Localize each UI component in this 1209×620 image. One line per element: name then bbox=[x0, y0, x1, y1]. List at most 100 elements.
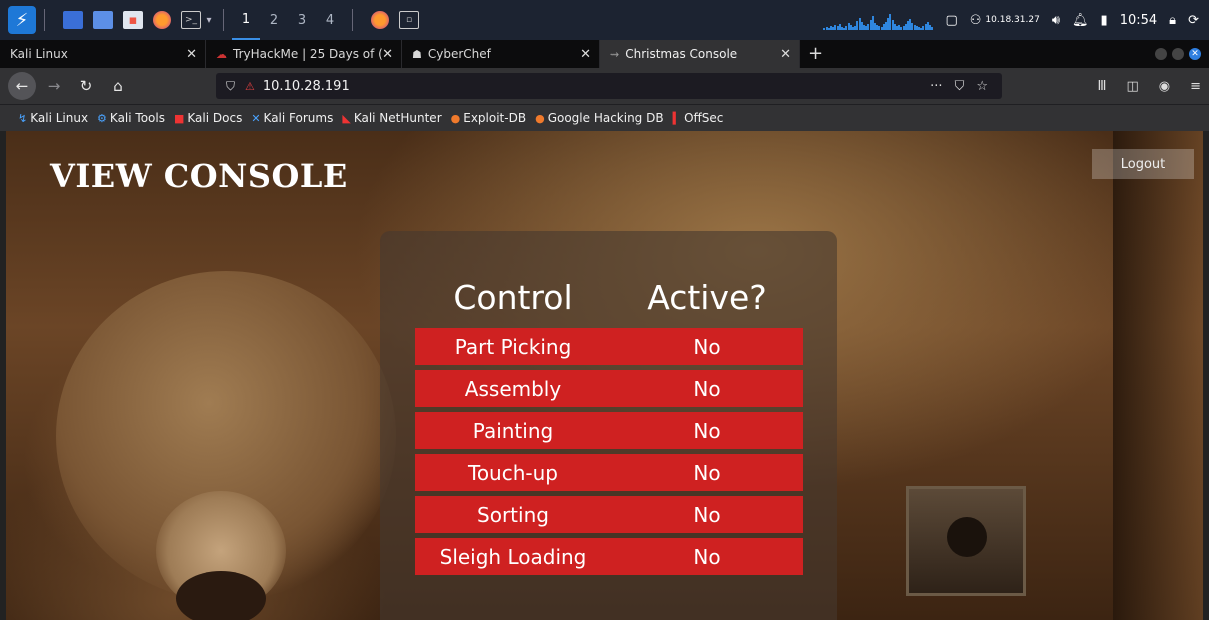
network-graph-bar bbox=[931, 27, 934, 30]
tab-label: CyberChef bbox=[427, 47, 491, 61]
minimize-button[interactable] bbox=[1155, 48, 1167, 60]
tryhackme-icon: ☁ bbox=[216, 47, 227, 61]
bookmark-offsec[interactable]: ▍ OffSec bbox=[673, 111, 724, 125]
control-name: Touch-up bbox=[468, 460, 558, 485]
back-button[interactable]: ← bbox=[8, 72, 36, 100]
tab-label: TryHackMe | 25 Days of ( bbox=[233, 47, 383, 61]
bookmark-kali-linux[interactable]: ↯ Kali Linux bbox=[18, 111, 88, 125]
bookmark-star-icon[interactable]: ☆ bbox=[976, 79, 988, 94]
notification-bell-icon[interactable]: 🔔︎ bbox=[1072, 13, 1089, 28]
workspace-1[interactable]: 1 bbox=[232, 0, 260, 40]
tab-label: Christmas Console bbox=[625, 47, 738, 61]
close-window-button[interactable]: ✕ bbox=[1189, 48, 1201, 60]
control-name: Part Picking bbox=[454, 334, 572, 359]
active-status: No bbox=[693, 460, 721, 485]
chevron-down-icon[interactable]: ▾ bbox=[203, 11, 215, 29]
library-icon[interactable]: Ⅲ bbox=[1097, 79, 1106, 94]
terminal-window-icon[interactable]: ▫ bbox=[399, 11, 419, 29]
window-controls: ✕ bbox=[1155, 48, 1201, 60]
table-row: Sleigh Loading No bbox=[415, 538, 803, 575]
background-edge bbox=[1113, 131, 1203, 620]
ghdb-icon: ● bbox=[535, 111, 545, 125]
bookmark-label: Kali Linux bbox=[30, 111, 89, 125]
bookmark-exploit-db[interactable]: ● Exploit-DB bbox=[451, 111, 526, 125]
lock-screen-icon[interactable]: 🔒︎ bbox=[1169, 13, 1176, 28]
table-row: Part Picking No bbox=[415, 328, 803, 365]
close-icon[interactable]: ✕ bbox=[382, 47, 393, 62]
active-status: No bbox=[693, 544, 721, 569]
tab-label: Kali Linux bbox=[10, 47, 68, 61]
browser-tab-bar: Kali Linux ✕ ☁ TryHackMe | 25 Days of ( … bbox=[0, 40, 1209, 68]
terminal-launcher-icon[interactable]: >_ bbox=[181, 11, 201, 29]
bookmark-kali-forums[interactable]: ✕ Kali Forums bbox=[251, 111, 333, 125]
account-icon[interactable]: ◉ bbox=[1159, 79, 1170, 94]
table-row: Painting No bbox=[415, 412, 803, 449]
page-actions-icon[interactable]: ··· bbox=[930, 79, 942, 94]
bookmark-label: Google Hacking DB bbox=[547, 111, 664, 125]
pocket-icon[interactable]: ⛉ bbox=[955, 79, 965, 94]
browser-nav-bar: ← → ↻ ⌂ ⛉ ⚠ 10.10.28.191 ··· ⛉ ☆ Ⅲ ◫ ◉ ≡ bbox=[0, 68, 1209, 104]
kali-menu-icon[interactable]: ⚡ bbox=[8, 6, 36, 34]
exploit-db-icon: ● bbox=[450, 111, 461, 125]
table-row: Assembly No bbox=[415, 370, 803, 407]
table-row: Touch-up No bbox=[415, 454, 803, 491]
tab-kali-linux[interactable]: Kali Linux ✕ bbox=[0, 40, 206, 68]
vpn-ip-indicator[interactable]: ⚇ 10.18.31.27 bbox=[970, 13, 1040, 28]
bookmark-kali-tools[interactable]: ⚙ Kali Tools bbox=[97, 111, 165, 125]
kali-docs-icon: ■ bbox=[173, 111, 185, 125]
workspace-3[interactable]: 3 bbox=[288, 13, 316, 28]
url-text[interactable]: 10.10.28.191 bbox=[263, 79, 350, 94]
reload-button[interactable]: ↻ bbox=[72, 72, 100, 100]
page-icon: ⇝ bbox=[610, 47, 620, 61]
firefox-launcher-icon[interactable] bbox=[153, 11, 171, 29]
file-manager-icon[interactable] bbox=[93, 11, 113, 29]
bookmark-kali-nethunter[interactable]: ◣ Kali NetHunter bbox=[342, 111, 441, 125]
close-icon[interactable]: ✕ bbox=[580, 47, 591, 62]
bookmark-label: Kali Forums bbox=[263, 111, 334, 125]
tracking-shield-icon[interactable]: ⛉ bbox=[226, 79, 235, 94]
control-table: Control Active? Part Picking No Assembly… bbox=[415, 271, 803, 575]
bookmark-kali-docs[interactable]: ■ Kali Docs bbox=[174, 111, 242, 125]
kali-tools-icon: ⚙ bbox=[97, 111, 107, 125]
battery-icon[interactable]: ▮ bbox=[1101, 13, 1108, 28]
suitcase-lock-image bbox=[906, 486, 1026, 596]
control-name: Painting bbox=[472, 418, 554, 443]
logout-icon[interactable]: ⟳ bbox=[1188, 13, 1199, 28]
control-name: Sleigh Loading bbox=[439, 544, 587, 569]
system-panel: ⚡ ▪ >_ ▾ 1 2 3 4 ▫ ▢ ⚇ 10.18.31.27 🔊︎ 🔔︎… bbox=[0, 0, 1209, 40]
keyhole bbox=[947, 517, 987, 557]
text-editor-icon[interactable]: ▪ bbox=[123, 11, 143, 29]
bookmark-label: Kali NetHunter bbox=[353, 111, 442, 125]
chef-hat-icon: ☗ bbox=[412, 47, 422, 61]
show-desktop-icon[interactable] bbox=[63, 11, 83, 29]
table-header-row: Control Active? bbox=[415, 271, 803, 323]
window-icon[interactable]: ▢ bbox=[945, 13, 957, 28]
tab-cyberchef[interactable]: ☗ CyberChef ✕ bbox=[402, 40, 600, 68]
page-title: VIEW CONSOLE bbox=[50, 157, 348, 195]
firefox-window-icon[interactable] bbox=[371, 11, 389, 29]
active-status: No bbox=[693, 502, 721, 527]
workspace-4[interactable]: 4 bbox=[316, 13, 344, 28]
volume-icon[interactable]: 🔊︎ bbox=[1052, 13, 1060, 28]
maximize-button[interactable] bbox=[1172, 48, 1184, 60]
teddy-bear-nose bbox=[176, 571, 266, 620]
close-icon[interactable]: ✕ bbox=[186, 47, 197, 62]
home-button[interactable]: ⌂ bbox=[104, 72, 132, 100]
forward-button[interactable]: → bbox=[40, 72, 68, 100]
control-name: Assembly bbox=[464, 376, 562, 401]
new-tab-button[interactable]: + bbox=[808, 40, 823, 68]
workspace-2[interactable]: 2 bbox=[260, 13, 288, 28]
hamburger-menu-icon[interactable]: ≡ bbox=[1190, 79, 1201, 94]
page-content: VIEW CONSOLE Logout Control Active? Part… bbox=[6, 131, 1203, 620]
tab-christmas-console[interactable]: ⇝ Christmas Console ✕ bbox=[600, 40, 800, 68]
bookmark-ghdb[interactable]: ● Google Hacking DB bbox=[535, 111, 664, 125]
clock[interactable]: 10:54 bbox=[1120, 13, 1157, 28]
console-panel: Control Active? Part Picking No Assembly… bbox=[380, 231, 837, 620]
url-bar[interactable]: ⛉ ⚠ 10.10.28.191 ··· ⛉ ☆ bbox=[216, 73, 1002, 99]
control-name: Sorting bbox=[477, 502, 549, 527]
tab-tryhackme[interactable]: ☁ TryHackMe | 25 Days of ( ✕ bbox=[206, 40, 402, 68]
sidebar-icon[interactable]: ◫ bbox=[1126, 79, 1138, 94]
logout-button[interactable]: Logout bbox=[1092, 149, 1194, 179]
insecure-lock-icon[interactable]: ⚠ bbox=[245, 80, 255, 93]
close-icon[interactable]: ✕ bbox=[780, 47, 791, 62]
